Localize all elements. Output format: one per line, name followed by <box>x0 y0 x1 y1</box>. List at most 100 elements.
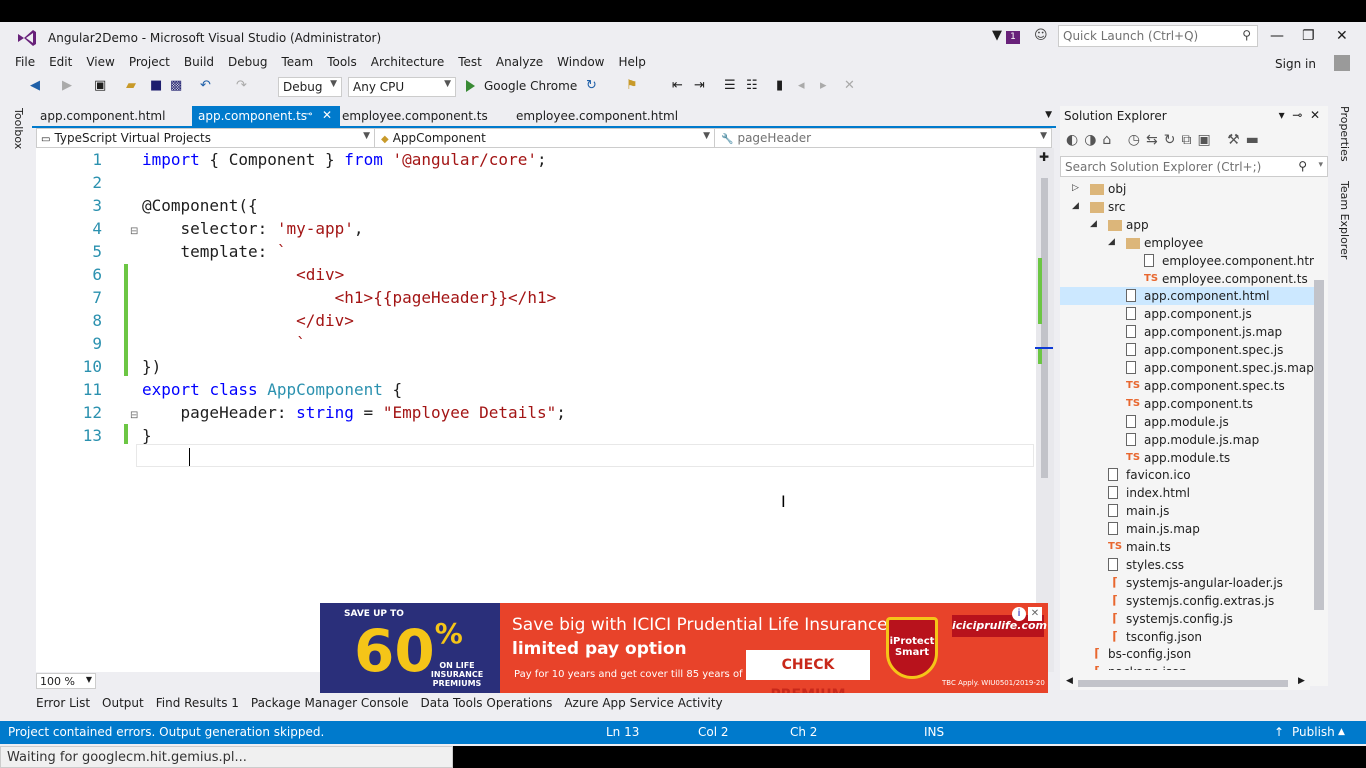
tree-item[interactable]: app.component.js <box>1060 305 1314 323</box>
tree-item[interactable]: main.js <box>1060 502 1314 520</box>
panel-controls[interactable]: ▾ ⊸ ✕ <box>1279 108 1320 122</box>
bookmark-icon[interactable]: ▮ <box>776 78 783 93</box>
code-line[interactable]: <div> <box>142 263 344 286</box>
browser-link-icon[interactable]: ⚑ <box>626 78 638 93</box>
expand-icon[interactable]: ▷ <box>1072 183 1079 193</box>
prev-bookmark-icon[interactable]: ◂ <box>798 78 805 93</box>
tab-overflow-icon[interactable]: ▼ <box>1045 110 1052 120</box>
menu-item-test[interactable]: Test <box>451 55 489 69</box>
redo-icon[interactable]: ↷ <box>236 78 247 93</box>
tree-item[interactable]: TS employee.component.ts <box>1060 270 1314 288</box>
solution-platform-select[interactable]: Any CPU ▼ <box>348 77 456 97</box>
project-dropdown[interactable]: ▭ TypeScript Virtual Projects ▼ <box>37 129 375 147</box>
code-line[interactable]: selector: 'my-app', <box>142 217 364 240</box>
code-line[interactable]: pageHeader: string = "Employee Details"; <box>142 401 566 424</box>
collapse-icon[interactable]: ◢ <box>1090 219 1097 229</box>
indent-icon[interactable]: ⇤ <box>672 78 683 93</box>
menu-item-file[interactable]: File <box>8 55 42 69</box>
next-bookmark-icon[interactable]: ▸ <box>820 78 827 93</box>
tool-tab-error-list[interactable]: Error List <box>36 696 90 710</box>
scroll-left-icon[interactable]: ◀ <box>1066 676 1073 686</box>
menu-item-debug[interactable]: Debug <box>221 55 274 69</box>
tree-item[interactable]: TS app.module.ts <box>1060 449 1314 467</box>
tree-item[interactable]: app.component.spec.js <box>1060 341 1314 359</box>
tree-item[interactable]: ◢ app <box>1060 216 1314 234</box>
code-line[interactable]: }) <box>142 355 161 378</box>
zoom-select[interactable]: 100 % ▼ <box>36 673 96 689</box>
collapse-icon[interactable]: ⊟ <box>130 410 138 421</box>
tool-tab-find-results-1[interactable]: Find Results 1 <box>156 696 239 710</box>
code-line[interactable]: template: ` <box>142 240 287 263</box>
publish-up-icon[interactable]: ↑ <box>1274 725 1284 739</box>
tab-employee-component-ts[interactable]: employee.component.ts <box>336 106 494 126</box>
close-button[interactable]: ✕ <box>1336 28 1348 44</box>
tree-item[interactable]: TS app.component.ts <box>1060 395 1314 413</box>
tool-tab-output[interactable]: Output <box>102 696 144 710</box>
sign-in-link[interactable]: Sign in <box>1275 57 1316 71</box>
tree-item[interactable]: app.module.js.map <box>1060 431 1314 449</box>
navigate-forward-icon[interactable]: ▶ <box>62 78 72 93</box>
code-line[interactable]: @Component({ <box>142 194 258 217</box>
tree-item[interactable]: index.html <box>1060 484 1314 502</box>
advertisement-banner[interactable]: SAVE UP TO 60% ON LIFE INSURANCE PREMIUM… <box>320 603 1048 693</box>
tree-item[interactable]: ▷ obj <box>1060 180 1314 198</box>
tree-item[interactable]: TS app.component.spec.ts <box>1060 377 1314 395</box>
scrollbar-thumb[interactable] <box>1041 178 1048 478</box>
solution-search-input[interactable]: Search Solution Explorer (Ctrl+;) ⚲ ▾ <box>1060 156 1328 177</box>
tree-item[interactable]: ⌈ systemjs.config.extras.js <box>1060 592 1314 610</box>
menu-item-tools[interactable]: Tools <box>320 55 364 69</box>
tab-app-component-ts[interactable]: app.component.ts ⊸ ✕ <box>192 106 340 126</box>
code-line[interactable]: <h1>{{pageHeader}}</h1> <box>142 286 557 309</box>
menu-item-project[interactable]: Project <box>122 55 177 69</box>
tree-item[interactable]: ⌈ bs-config.json <box>1060 645 1314 663</box>
browser-select[interactable]: Google Chrome <box>484 79 577 93</box>
notification-badge[interactable]: 1 <box>1006 31 1020 44</box>
ad-info-icon[interactable]: i <box>1012 607 1026 621</box>
collapse-icon[interactable]: ⊟ <box>130 226 138 237</box>
menu-item-edit[interactable]: Edit <box>42 55 79 69</box>
feedback-filter-icon[interactable]: ▼ <box>992 28 1002 43</box>
collapse-icon[interactable]: ◢ <box>1072 201 1079 211</box>
menu-item-help[interactable]: Help <box>612 55 653 69</box>
undo-icon[interactable]: ↶ <box>200 78 211 93</box>
pin-icon[interactable]: ⊸ <box>304 109 312 120</box>
clear-bookmarks-icon[interactable]: ✕ <box>844 78 855 93</box>
code-line[interactable]: ` <box>142 332 306 355</box>
ad-close-icon[interactable]: ✕ <box>1028 607 1042 621</box>
tool-tab-data-tools-operations[interactable]: Data Tools Operations <box>421 696 553 710</box>
scrollbar-thumb[interactable] <box>1078 680 1288 687</box>
tree-item[interactable]: styles.css <box>1060 556 1314 574</box>
menu-item-architecture[interactable]: Architecture <box>364 55 451 69</box>
menu-item-view[interactable]: View <box>79 55 121 69</box>
solution-configuration-select[interactable]: Debug ▼ <box>278 77 342 97</box>
split-icon[interactable]: ✚ <box>1039 150 1049 164</box>
member-dropdown[interactable]: 🔧 pageHeader ▼ <box>717 129 1051 147</box>
menu-item-window[interactable]: Window <box>550 55 611 69</box>
navigate-back-icon[interactable]: ◀ <box>30 78 40 93</box>
properties-tab[interactable]: Properties <box>1338 106 1351 162</box>
open-file-icon[interactable]: ▰ <box>126 78 136 93</box>
uncomment-icon[interactable]: ☷ <box>746 78 758 93</box>
tree-item[interactable]: ⌈ systemjs-angular-loader.js <box>1060 574 1314 592</box>
new-project-icon[interactable]: ▣ <box>94 78 106 93</box>
tree-item[interactable]: app.module.js <box>1060 413 1314 431</box>
toolbox-tab[interactable]: Toolbox <box>12 108 25 149</box>
solution-explorer-hscrollbar[interactable]: ◀ ▶ <box>1060 676 1310 690</box>
code-line[interactable]: </div> <box>142 309 354 332</box>
check-premium-button[interactable]: CHECK PREMIUM <box>746 650 870 693</box>
close-tab-icon[interactable]: ✕ <box>322 108 332 122</box>
tree-item[interactable]: ⌈ tsconfig.json <box>1060 628 1314 646</box>
tab-app-component-html[interactable]: app.component.html <box>34 106 171 126</box>
minimize-button[interactable]: — <box>1270 28 1284 44</box>
tree-item[interactable]: TS main.ts <box>1060 538 1314 556</box>
refresh-icon[interactable]: ↻ <box>586 78 597 93</box>
menu-item-analyze[interactable]: Analyze <box>489 55 550 69</box>
tree-item[interactable]: ◢ employee <box>1060 234 1314 252</box>
editor-vertical-scrollbar[interactable]: ✚ <box>1036 148 1054 672</box>
scroll-right-icon[interactable]: ▶ <box>1298 676 1305 686</box>
menu-item-team[interactable]: Team <box>274 55 320 69</box>
comment-icon[interactable]: ☰ <box>724 78 736 93</box>
solution-explorer-toolbar[interactable]: ◐◑⌂ ◷⇆↻⧉▣ ⚒▬ <box>1066 132 1265 148</box>
code-line[interactable]: } <box>142 424 152 447</box>
start-debugging-icon[interactable] <box>466 80 475 92</box>
